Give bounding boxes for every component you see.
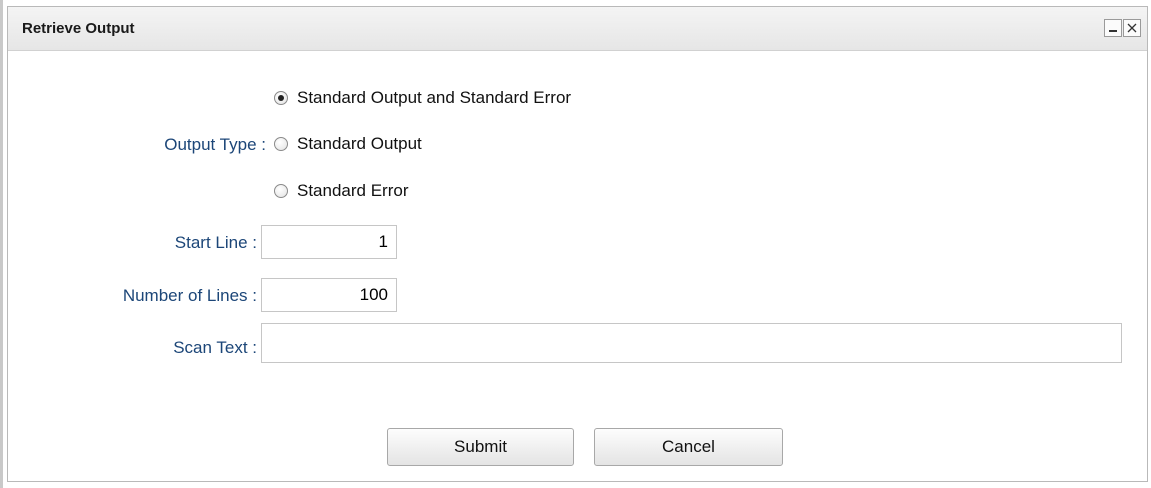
close-button[interactable]: [1123, 19, 1141, 37]
output-type-label: Output Type :: [164, 135, 266, 154]
radio-button[interactable]: [274, 184, 288, 198]
submit-button[interactable]: Submit: [387, 428, 574, 466]
dialog-title: Retrieve Output: [22, 20, 135, 37]
start-line-input[interactable]: [261, 225, 397, 259]
minimize-button[interactable]: [1104, 19, 1122, 37]
radio-label: Standard Output and Standard Error: [297, 88, 572, 107]
window-controls: [1104, 19, 1141, 37]
start-line-label: Start Line :: [174, 233, 257, 252]
number-of-lines-input[interactable]: [261, 278, 397, 312]
radio-label: Standard Error: [297, 181, 409, 200]
radio-button[interactable]: [274, 137, 288, 151]
number-of-lines-label: Number of Lines :: [122, 286, 257, 305]
radio-std-output[interactable]: Standard Output: [274, 134, 422, 154]
retrieve-output-dialog: Retrieve Output Standard Output and Stan…: [7, 6, 1148, 482]
close-icon: [1127, 23, 1137, 33]
scan-text-input[interactable]: [261, 323, 1122, 363]
cancel-button[interactable]: Cancel: [594, 428, 783, 466]
radio-std-output-and-error[interactable]: Standard Output and Standard Error: [274, 88, 571, 108]
minimize-icon: [1109, 30, 1117, 32]
scan-text-label: Scan Text :: [173, 338, 257, 357]
dialog-titlebar[interactable]: Retrieve Output: [8, 7, 1147, 51]
radio-label: Standard Output: [297, 134, 422, 153]
radio-button-checked[interactable]: [274, 91, 288, 105]
outer-frame: [0, 0, 3, 488]
radio-std-error[interactable]: Standard Error: [274, 181, 409, 201]
